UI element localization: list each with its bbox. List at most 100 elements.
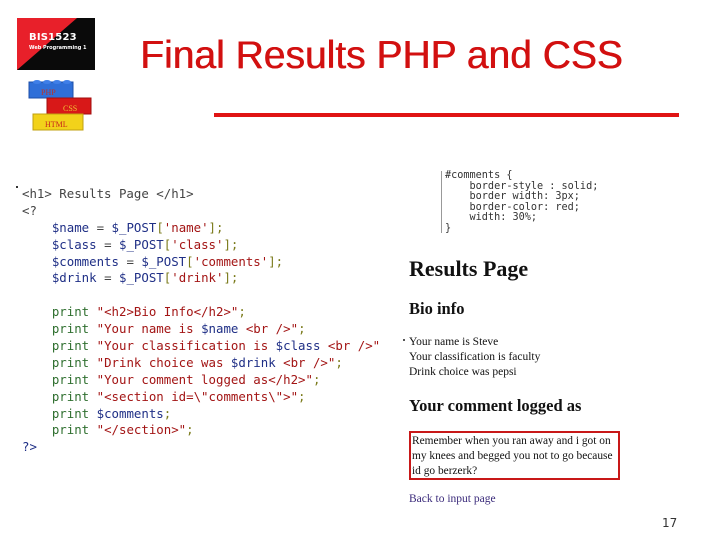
- code-token: [: [156, 219, 164, 235]
- course-name: Web Programming 1: [29, 45, 87, 51]
- slide-title: Final Results PHP and CSS: [140, 34, 623, 77]
- code-line: $drink = $_POST['drink'];: [22, 270, 380, 287]
- code-token: "Your comment logged as</h2>": [96, 371, 313, 387]
- code-line: $comments = $_POST['comments'];: [22, 254, 380, 271]
- code-token: $_POST: [119, 236, 164, 252]
- code-line: ?>: [22, 439, 380, 456]
- code-token: <br />": [238, 321, 299, 337]
- course-logo: BIS1523 Web Programming 1 PHP CSS HTML: [15, 10, 135, 131]
- bio-info-heading: Bio info: [409, 299, 465, 318]
- code-token: print: [51, 422, 90, 438]
- code-token: $comments: [51, 253, 119, 269]
- code-token: =: [96, 236, 119, 252]
- code-token: 'class': [171, 236, 224, 252]
- code-token: 'comments': [193, 253, 269, 269]
- code-token: "Your name is: [96, 321, 202, 337]
- code-token: <br />": [275, 354, 336, 370]
- code-token: "</section>": [96, 422, 187, 438]
- code-token: $_POST: [141, 253, 187, 269]
- code-token: print: [51, 405, 90, 421]
- code-line: print "<section id=\"comments\">";: [22, 389, 380, 406]
- brick-css-label: CSS: [63, 104, 77, 113]
- course-code: BIS1523: [29, 32, 77, 43]
- code-token: print: [51, 321, 90, 337]
- code-line: <?: [22, 203, 380, 220]
- code-token: $drink: [230, 354, 276, 370]
- code-token: [: [186, 253, 194, 269]
- code-token: $_POST: [119, 270, 164, 286]
- code-token: 'name': [163, 219, 209, 235]
- code-token: "Your classification is: [96, 338, 276, 354]
- code-token: $name: [51, 219, 90, 235]
- code-token: print: [51, 371, 90, 387]
- code-line: print "</section>";: [22, 422, 380, 439]
- classification-line: Your classification is faculty: [409, 351, 541, 363]
- code-token: <?: [22, 202, 37, 218]
- stray-mark: [16, 186, 18, 188]
- code-line: $class = $_POST['class'];: [22, 237, 380, 254]
- code-line: <h1> Results Page </h1>: [22, 186, 380, 203]
- brick-php-label: PHP: [41, 88, 56, 97]
- code-token: $drink: [51, 270, 97, 286]
- code-token: $comments: [96, 405, 164, 421]
- code-line: print "Your name is $name <br />";: [22, 321, 380, 338]
- code-token: $_POST: [111, 219, 157, 235]
- code-token: print: [51, 388, 90, 404]
- code-token: $name: [201, 321, 239, 337]
- code-token: =: [118, 253, 142, 269]
- code-token: print: [51, 338, 90, 354]
- code-token: "Drink choice was: [96, 354, 231, 370]
- page-number: 17: [662, 516, 678, 530]
- code-token: ;: [238, 304, 246, 320]
- code-line: $name = $_POST['name'];: [22, 220, 380, 237]
- code-line: print "Your classification is $class <br…: [22, 338, 380, 355]
- code-token: ];: [223, 236, 239, 252]
- code-token: $class: [275, 338, 321, 354]
- brick-html-label: HTML: [45, 120, 68, 129]
- code-token: print: [51, 304, 90, 320]
- comment-heading: Your comment logged as: [409, 396, 582, 415]
- comments-section: Remember when you ran away and i got on …: [409, 431, 620, 480]
- code-token: ?>: [22, 439, 37, 455]
- name-line: Your name is Steve: [409, 336, 499, 348]
- code-line: print "<h2>Bio Info</h2>";: [22, 304, 380, 321]
- code-token: ];: [223, 270, 239, 286]
- lego-bricks-icon: PHP CSS HTML: [28, 80, 92, 131]
- back-to-input-link[interactable]: Back to input page: [409, 493, 496, 505]
- drink-line: Drink choice was pepsi: [409, 366, 517, 378]
- code-token: <h1> Results Page </h1>: [22, 186, 194, 201]
- code-token: 'drink': [171, 270, 224, 286]
- code-token: $class: [51, 236, 97, 252]
- code-token: ;: [186, 422, 194, 438]
- code-token: =: [89, 219, 112, 235]
- code-token: ;: [298, 321, 306, 337]
- code-token: "<h2>Bio Info</h2>": [96, 304, 239, 320]
- code-token: ];: [268, 253, 284, 269]
- code-line: print "Your comment logged as</h2>";: [22, 372, 380, 389]
- code-token: "<section id=\"comments\">": [96, 388, 299, 404]
- code-token: <br />": [320, 338, 381, 354]
- php-code-block: <h1> Results Page </h1> <? $name = $_POST…: [22, 186, 380, 456]
- code-token: ;: [312, 371, 321, 387]
- code-token: print: [51, 354, 90, 370]
